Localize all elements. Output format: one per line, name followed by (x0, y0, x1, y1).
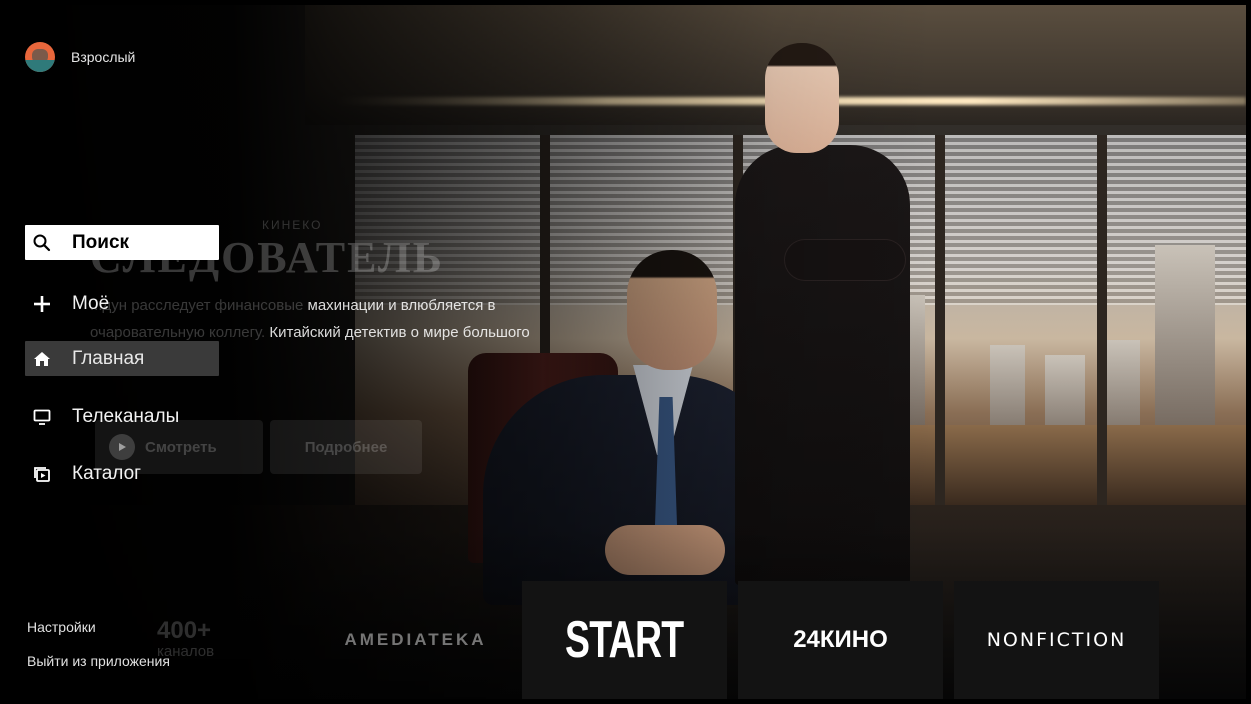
plus-icon (27, 289, 57, 319)
avatar-band (25, 60, 55, 72)
exit-app-link[interactable]: Выйти из приложения (27, 653, 170, 669)
nav-item-home[interactable]: Главная (25, 341, 219, 376)
nav-item-catalog[interactable]: Каталог (25, 456, 219, 491)
profile-switcher[interactable]: Взрослый (25, 42, 135, 72)
user-avatar-icon (25, 42, 55, 72)
nav-item-my[interactable]: Моё (25, 286, 219, 321)
provider-start-logo: START (565, 611, 684, 669)
details-button-label: Подробнее (304, 438, 388, 456)
tv-app-screen: КИНЕКО СЛЕДОВАТЕЛЬ ...дун расследует фин… (5, 5, 1246, 699)
provider-tile-24kino[interactable]: 24КИНО (738, 581, 943, 699)
provider-tile-nonfiction[interactable]: NONFICTION (954, 581, 1159, 699)
tv-icon (27, 402, 57, 432)
provider-tile-start[interactable]: START (522, 581, 727, 699)
nav-item-tv-channels[interactable]: Телеканалы (25, 399, 219, 434)
side-menu: Взрослый Поиск Моё Главная Телеканалы Ка… (5, 5, 315, 699)
nav-item-label: Главная (72, 347, 145, 369)
nav-item-label: Телеканалы (72, 405, 180, 427)
search-icon (27, 228, 57, 258)
profile-name: Взрослый (71, 49, 136, 65)
nav-item-label: Каталог (72, 462, 142, 484)
provider-tile-amediateka[interactable]: AMEDIATEKA (313, 581, 518, 699)
home-icon (27, 344, 57, 374)
catalog-icon (27, 459, 57, 489)
hero-description-part: махинации и влюбляется в (303, 297, 496, 314)
nav-item-label: Поиск (72, 231, 130, 253)
settings-link[interactable]: Настройки (27, 619, 96, 635)
nav-item-search[interactable]: Поиск (25, 225, 219, 260)
nav-item-label: Моё (72, 292, 110, 314)
